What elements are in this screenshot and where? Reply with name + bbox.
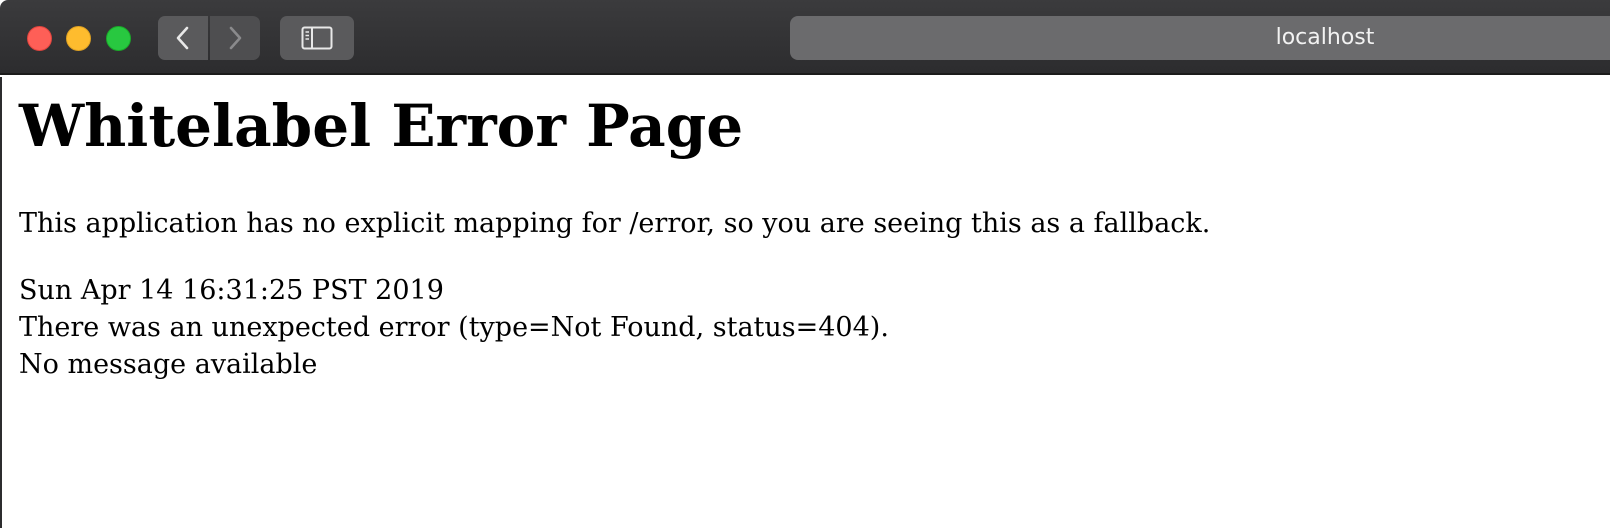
- page-title: Whitelabel Error Page: [19, 92, 744, 160]
- browser-window: localhost Whitelabel Error Page This app…: [0, 0, 1610, 528]
- maximize-window-button[interactable]: [106, 26, 131, 51]
- page-content: Whitelabel Error Page This application h…: [0, 77, 1610, 528]
- close-window-button[interactable]: [27, 26, 52, 51]
- error-status: There was an unexpected error (type=Not …: [19, 312, 889, 343]
- error-explanation: This application has no explicit mapping…: [19, 208, 1211, 239]
- error-message: No message available: [19, 349, 318, 380]
- sidebar-icon: [301, 26, 333, 50]
- chevron-right-icon: [229, 26, 242, 50]
- chevron-left-icon: [176, 26, 189, 50]
- forward-button[interactable]: [210, 16, 260, 60]
- error-timestamp: Sun Apr 14 16:31:25 PST 2019: [19, 275, 444, 306]
- minimize-window-button[interactable]: [66, 26, 91, 51]
- address-text: localhost: [1275, 25, 1375, 50]
- navigation-buttons: [158, 16, 260, 60]
- sidebar-toggle-button[interactable]: [280, 16, 354, 60]
- browser-toolbar: localhost: [0, 0, 1610, 75]
- address-bar[interactable]: localhost: [790, 16, 1610, 60]
- back-button[interactable]: [158, 16, 208, 60]
